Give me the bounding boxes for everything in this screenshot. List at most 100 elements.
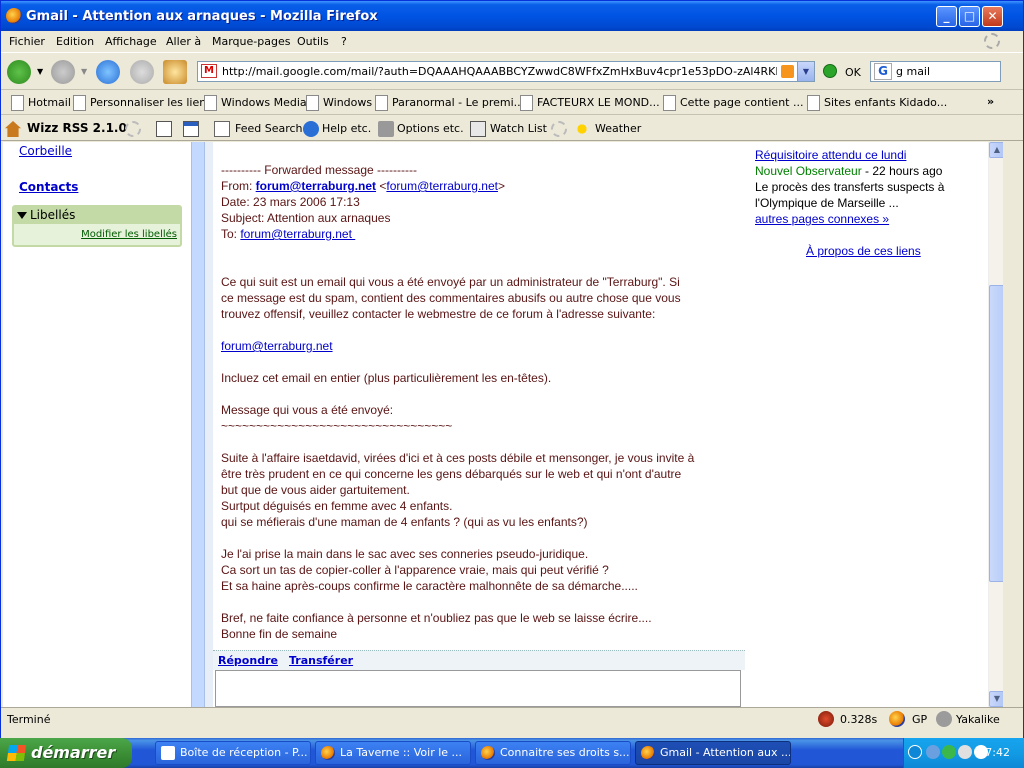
url-text[interactable]: http://mail.google.com/mail/?auth=DQAAAH…: [222, 65, 777, 78]
help-button[interactable]: Help etc.: [322, 122, 371, 135]
forward-link[interactable]: Transférer: [289, 654, 353, 667]
forward-dropdown-icon[interactable]: ▼: [81, 67, 87, 76]
task-la-taverne[interactable]: La Taverne :: Voir le ...: [315, 741, 471, 765]
quick-reply-box[interactable]: [215, 670, 741, 707]
menu-outils[interactable]: Outils: [297, 35, 329, 48]
windows-logo-icon: [6, 745, 27, 761]
bookmarks-toolbar: Hotmail Personnaliser les liens Windows …: [1, 91, 1023, 115]
rss-feed-icon[interactable]: [781, 65, 794, 78]
to-label: To:: [221, 227, 241, 241]
wizz-rss-brand[interactable]: Wizz RSS 2.1.0: [27, 121, 127, 135]
clock: 07:42: [978, 746, 1010, 759]
search-input[interactable]: g mail: [896, 65, 930, 78]
labels-header[interactable]: Libellés: [14, 207, 180, 224]
go-button[interactable]: OK: [845, 66, 861, 79]
contact-email-link[interactable]: forum@terraburg.net: [221, 339, 333, 353]
firefox-status-icon[interactable]: [889, 711, 905, 727]
weather-button[interactable]: Weather: [595, 122, 641, 135]
window-icon[interactable]: [183, 121, 199, 137]
feed-search-button[interactable]: Feed Search: [235, 122, 303, 135]
bookmark-personnaliser[interactable]: Personnaliser les liens: [71, 95, 212, 111]
task-gmail[interactable]: Gmail - Attention aux ...: [635, 741, 791, 765]
help-icon[interactable]: [303, 121, 319, 137]
weather-sun-icon[interactable]: [574, 121, 590, 137]
windows-taskbar: démarrer Boîte de réception - P... La Ta…: [0, 738, 1024, 768]
menu-aller[interactable]: Aller à: [166, 35, 201, 48]
menu-marque-pages[interactable]: Marque-pages: [212, 35, 290, 48]
bookmark-cette-page[interactable]: Cette page contient ...: [661, 95, 803, 111]
security-icon[interactable]: [942, 745, 956, 759]
options-icon[interactable]: [378, 121, 394, 137]
message-paragraph-3: Message qui vous a été envoyé: ~~~~~~~~~…: [221, 403, 453, 433]
forward-icon[interactable]: [51, 60, 75, 84]
from-bracket-open: <: [376, 179, 387, 193]
back-dropdown-icon[interactable]: ▼: [37, 67, 43, 76]
sidebar-item-contacts[interactable]: Contacts: [19, 180, 78, 194]
adblock-icon[interactable]: [818, 711, 834, 727]
status-timing: 0.328s: [840, 713, 878, 726]
message-paragraph-2: Incluez cet email en entier (plus partic…: [221, 371, 552, 385]
watch-list-button[interactable]: Watch List: [490, 122, 547, 135]
gmail-sidebar: Corbeille Contacts Libellés Modifier les…: [3, 142, 191, 707]
about-links-link[interactable]: À propos de ces liens: [806, 243, 921, 259]
sidebar-item-trash[interactable]: Corbeille: [19, 144, 72, 158]
watch-list-icon[interactable]: [470, 121, 486, 137]
minimize-button[interactable]: _: [936, 6, 957, 27]
related-age: - 22 hours ago: [861, 164, 943, 178]
window-title: Gmail - Attention aux arnaques - Mozilla…: [26, 9, 378, 24]
url-bar[interactable]: M http://mail.google.com/mail/?auth=DQAA…: [197, 61, 815, 82]
scroll-up-button[interactable]: ▲: [989, 142, 1003, 158]
menu-help[interactable]: ?: [341, 35, 347, 48]
network-icon[interactable]: [926, 745, 940, 759]
bookmark-hotmail[interactable]: Hotmail: [9, 95, 71, 111]
user-status-icon[interactable]: [936, 711, 952, 727]
scroll-down-button[interactable]: ▼: [989, 691, 1003, 707]
related-headline-link[interactable]: Réquisitoire attendu ce lundi: [755, 148, 906, 162]
edit-labels-link[interactable]: Modifier les libellés: [81, 229, 177, 240]
search-box[interactable]: G g mail: [870, 61, 1001, 82]
bookmark-windows-media[interactable]: Windows Media: [202, 95, 307, 111]
wizz-home-icon[interactable]: [5, 121, 21, 137]
status-user: Yakalike: [956, 713, 1000, 726]
scrollbar-thumb[interactable]: [989, 285, 1003, 582]
message-paragraph-4: Suite à l'affaire isaetdavid, virées d'i…: [221, 451, 695, 529]
menu-edition[interactable]: Edition: [56, 35, 94, 48]
throbber-icon: [984, 33, 1000, 49]
bookmark-sites-enfants[interactable]: Sites enfants Kidado...: [805, 95, 947, 111]
menu-affichage[interactable]: Affichage: [105, 35, 157, 48]
url-history-dropdown[interactable]: ▼: [797, 62, 814, 81]
options-button[interactable]: Options etc.: [397, 122, 464, 135]
feed-search-icon[interactable]: [214, 121, 230, 137]
bookmark-windows[interactable]: Windows: [304, 95, 372, 111]
related-source: Nouvel Observateur: [755, 164, 862, 178]
close-button[interactable]: ✕: [982, 6, 1003, 27]
more-related-link[interactable]: autres pages connexes »: [755, 212, 889, 226]
from-name-link[interactable]: forum@terraburg.net: [256, 179, 376, 193]
home-icon[interactable]: [163, 60, 187, 84]
menu-fichier[interactable]: Fichier: [9, 35, 45, 48]
vertical-scrollbar[interactable]: ▲ ▼: [988, 142, 1003, 707]
date-line: Date: 23 mars 2006 17:13: [221, 195, 360, 209]
messenger-icon[interactable]: [958, 745, 972, 759]
gmail-favicon-icon: M: [201, 64, 217, 78]
panel-icon[interactable]: [156, 121, 172, 137]
start-button[interactable]: démarrer: [0, 738, 132, 768]
task-connaitre-droits[interactable]: Connaitre ses droits s...: [475, 741, 631, 765]
task-boite-reception[interactable]: Boîte de réception - P...: [155, 741, 311, 765]
to-email-link[interactable]: forum@terraburg.net: [240, 227, 355, 241]
tray-expand-icon[interactable]: [908, 745, 922, 759]
bookmark-facteurx[interactable]: FACTEURX LE MOND...: [518, 95, 660, 111]
from-email-link[interactable]: forum@terraburg.net: [386, 179, 498, 193]
bookmarks-overflow-icon[interactable]: »: [987, 95, 994, 108]
title-bar[interactable]: Gmail - Attention aux arnaques - Mozilla…: [1, 1, 1023, 31]
related-item: Réquisitoire attendu ce lundi Nouvel Obs…: [755, 147, 983, 227]
maximize-button[interactable]: □: [959, 6, 980, 27]
reply-link[interactable]: Répondre: [218, 654, 278, 667]
google-search-engine-icon[interactable]: G: [874, 63, 892, 80]
labels-box: Libellés Modifier les libellés: [12, 205, 182, 247]
go-icon[interactable]: [823, 64, 837, 78]
reload-icon[interactable]: [96, 60, 120, 84]
back-icon[interactable]: [7, 60, 31, 84]
stop-icon[interactable]: [130, 60, 154, 84]
bookmark-paranormal[interactable]: Paranormal - Le premi...: [373, 95, 524, 111]
